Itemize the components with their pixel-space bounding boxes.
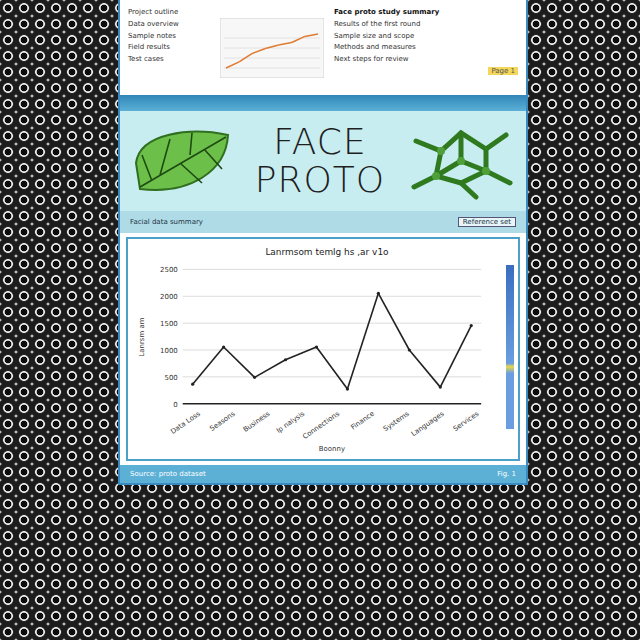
- line-segment: [347, 293, 378, 389]
- footer-text: Fig. 1: [497, 470, 516, 478]
- mini-grid-line: [224, 48, 320, 49]
- x-label: Languages: [410, 410, 446, 439]
- data-point: [315, 345, 318, 348]
- page: Project outline Data overview Sample notes…: [0, 0, 640, 640]
- mini-grid-line: [224, 38, 320, 39]
- grid-line: [183, 269, 481, 270]
- caption-text: Reference set: [458, 217, 516, 227]
- blue-band: [120, 95, 526, 111]
- y-tick: 1500: [160, 320, 178, 328]
- x-label: Ip nalysis: [275, 410, 307, 435]
- y-axis-title: Lanrsm am: [138, 317, 146, 356]
- data-point: [253, 376, 256, 379]
- line-segment: [440, 326, 471, 388]
- data-point: [222, 345, 225, 348]
- x-label: Finance: [349, 410, 375, 432]
- mini-grid-line: [224, 58, 320, 59]
- x-label: Business: [242, 410, 272, 434]
- mini-line-segment: [305, 34, 318, 36]
- y-tick: 2000: [160, 293, 178, 301]
- data-point: [191, 383, 194, 386]
- mini-line-segment: [226, 62, 239, 68]
- y-tick: 500: [164, 374, 177, 382]
- line-segment: [224, 347, 255, 377]
- line-segment: [316, 347, 347, 389]
- data-point: [439, 386, 442, 389]
- header-text-line: Data overview: [128, 20, 214, 29]
- footer-strip: Source: proto dataset Fig. 1: [120, 465, 526, 483]
- banner-title-line: PROTO: [255, 161, 385, 199]
- header-text-line: Test cases: [128, 55, 214, 64]
- grid-line: [183, 296, 481, 297]
- document-sheet: Project outline Data overview Sample notes…: [118, 0, 528, 485]
- header-left-column: Project outline Data overview Sample notes…: [128, 8, 214, 64]
- header-text-line: Face proto study summary: [334, 8, 518, 17]
- mini-line-segment: [265, 45, 278, 49]
- header-text-line: Next steps for review: [334, 55, 518, 64]
- x-label: Connections: [301, 410, 341, 441]
- x-axis-title: Boonny: [319, 445, 345, 453]
- mini-line-segment: [279, 43, 292, 45]
- x-label: Services: [452, 410, 481, 434]
- mini-grid-line: [224, 68, 320, 69]
- caption-strip: Facial data summary Reference set: [120, 211, 526, 233]
- header-text-line: Sample size and scope: [334, 32, 518, 41]
- header-text-line: Project outline: [128, 8, 214, 17]
- y-tick: 1000: [160, 347, 178, 355]
- header-section: Project outline Data overview Sample notes…: [120, 0, 526, 95]
- chart-card: Lanrmsom temlg hs ,ar v1o 0 500 1000 1500 200…: [126, 237, 520, 461]
- header-right-column: Face proto study summary Results of the f…: [334, 8, 518, 75]
- line-segment: [378, 293, 409, 350]
- line-segment: [255, 360, 286, 378]
- line-chart: Lanrmsom temlg hs ,ar v1o 0 500 1000 1500 200…: [128, 239, 506, 459]
- y-tick: 2500: [160, 266, 178, 274]
- data-point: [408, 348, 411, 351]
- footer-text: Source: proto dataset: [130, 470, 206, 478]
- banner-title-line: FACE: [273, 123, 366, 161]
- network-icon: [406, 121, 516, 201]
- chart-side-bar: [506, 265, 514, 429]
- mini-chart: [220, 18, 324, 78]
- x-label: Systems: [382, 410, 411, 434]
- grid-line: [183, 376, 481, 377]
- header-text-line: Sample notes: [128, 32, 214, 41]
- data-point: [377, 292, 380, 295]
- data-point: [346, 387, 349, 390]
- mini-line-segment: [239, 53, 252, 62]
- data-point: [284, 358, 287, 361]
- data-point: [470, 324, 473, 327]
- grid-line: [183, 403, 481, 404]
- y-tick: 0: [173, 401, 177, 409]
- chart-title: Lanrmsom temlg hs ,ar v1o: [265, 247, 388, 257]
- header-text-line: Field results: [128, 43, 214, 52]
- banner: FACEPROTO: [120, 111, 526, 211]
- x-label: Data Loss: [169, 410, 202, 436]
- caption-text: Facial data summary: [130, 218, 203, 226]
- banner-title: FACEPROTO: [255, 123, 385, 199]
- grid-line: [183, 323, 481, 324]
- line-segment: [193, 347, 224, 384]
- x-label: Seasons: [208, 410, 237, 433]
- header-status: Page 1: [488, 67, 518, 75]
- header-text-line: Methods and measures: [334, 43, 518, 52]
- mini-chart-frame: [220, 18, 324, 78]
- mini-line-segment: [292, 36, 305, 42]
- mini-line-segment: [252, 49, 265, 54]
- leaf-icon: [130, 125, 234, 197]
- header-text-line: Results of the first round: [334, 20, 518, 29]
- line-segment: [409, 350, 440, 387]
- line-segment: [286, 347, 317, 360]
